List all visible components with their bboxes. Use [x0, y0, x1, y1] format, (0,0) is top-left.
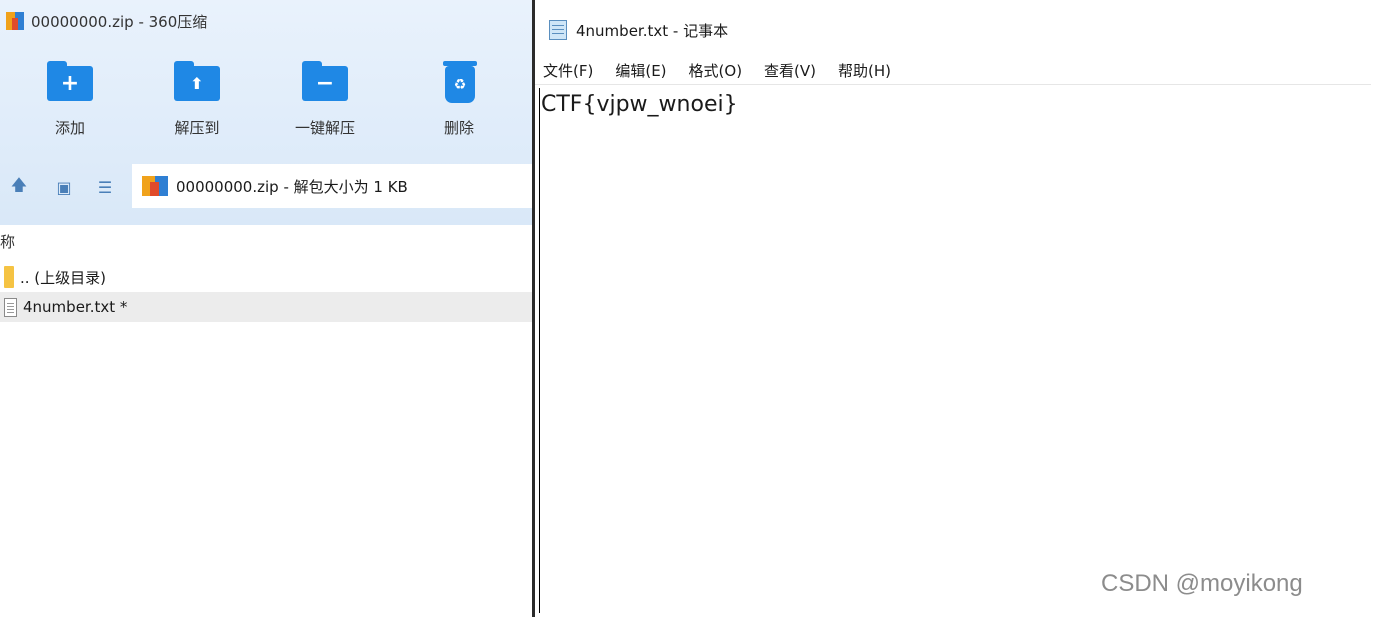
archive-window: 00000000.zip - 360压缩 + 添加 ⬆ 解压到 − 一键解压 ♻… — [0, 0, 533, 617]
folder-plus-icon: + — [47, 59, 93, 105]
text-editor[interactable]: CTF{vjpw_wnoei} — [539, 88, 1371, 613]
list-item-4number-txt[interactable]: 4number.txt * — [0, 292, 533, 322]
path-field[interactable]: 00000000.zip - 解包大小为 1 KB — [132, 164, 533, 208]
trash-icon: ♻ — [436, 59, 482, 105]
notepad-app-icon — [549, 20, 567, 40]
menubar-divider — [535, 84, 1371, 85]
desktop-screen: 00000000.zip - 360压缩 + 添加 ⬆ 解压到 − 一键解压 ♻… — [0, 0, 1375, 617]
menu-file[interactable]: 文件(F) — [543, 60, 593, 81]
list-view-icon[interactable]: ☰ — [94, 176, 116, 198]
archive-toolbar: + 添加 ⬆ 解压到 − 一键解压 ♻ 删除 — [0, 55, 533, 145]
notepad-title: 4number.txt - 记事本 — [576, 21, 729, 40]
file-list: .. (上级目录) 4number.txt * — [0, 262, 533, 322]
delete-button[interactable]: ♻ 删除 — [411, 55, 507, 145]
notepad-menubar: 文件(F) 编辑(E) 格式(O) 查看(V) 帮助(H) — [543, 58, 891, 82]
thumbnail-view-icon[interactable]: ▣ — [53, 176, 75, 198]
delete-button-label: 删除 — [443, 119, 474, 137]
column-header-name[interactable]: 称 — [0, 228, 533, 256]
file-name: 4number.txt * — [23, 298, 128, 316]
folder-oneclick-icon: − — [302, 59, 348, 105]
zip-archive-icon — [142, 176, 168, 196]
menu-edit[interactable]: 编辑(E) — [615, 60, 666, 81]
archive-app-icon — [6, 12, 24, 30]
one-click-extract-button-label: 一键解压 — [294, 119, 355, 137]
text-file-icon — [4, 297, 17, 317]
add-button[interactable]: + 添加 — [22, 55, 118, 145]
notepad-titlebar: 4number.txt - 记事本 — [549, 18, 728, 42]
extract-to-button-label: 解压到 — [174, 119, 220, 137]
archive-titlebar: 00000000.zip - 360压缩 — [6, 10, 207, 32]
folder-icon — [4, 266, 14, 288]
extract-to-button[interactable]: ⬆ 解压到 — [149, 55, 245, 145]
add-button-label: 添加 — [54, 119, 85, 137]
archive-title: 00000000.zip - 360压缩 — [31, 12, 208, 31]
notepad-window: 4number.txt - 记事本 文件(F) 编辑(E) 格式(O) 查看(V… — [535, 0, 1375, 617]
menu-view[interactable]: 查看(V) — [764, 60, 816, 81]
menu-format[interactable]: 格式(O) — [689, 60, 743, 81]
path-text: 00000000.zip - 解包大小为 1 KB — [176, 177, 408, 196]
up-arrow-icon[interactable]: 🡅 — [8, 175, 30, 198]
one-click-extract-button[interactable]: − 一键解压 — [277, 55, 373, 145]
file-name: .. (上级目录) — [20, 268, 107, 287]
list-item-parent-dir[interactable]: .. (上级目录) — [0, 262, 533, 292]
folder-extract-icon: ⬆ — [174, 59, 220, 105]
watermark-text: CSDN @moyikong — [1101, 570, 1303, 597]
path-bar: 🡅 ▣ ☰ 00000000.zip - 解包大小为 1 KB — [0, 160, 533, 212]
menu-help[interactable]: 帮助(H) — [838, 60, 891, 81]
